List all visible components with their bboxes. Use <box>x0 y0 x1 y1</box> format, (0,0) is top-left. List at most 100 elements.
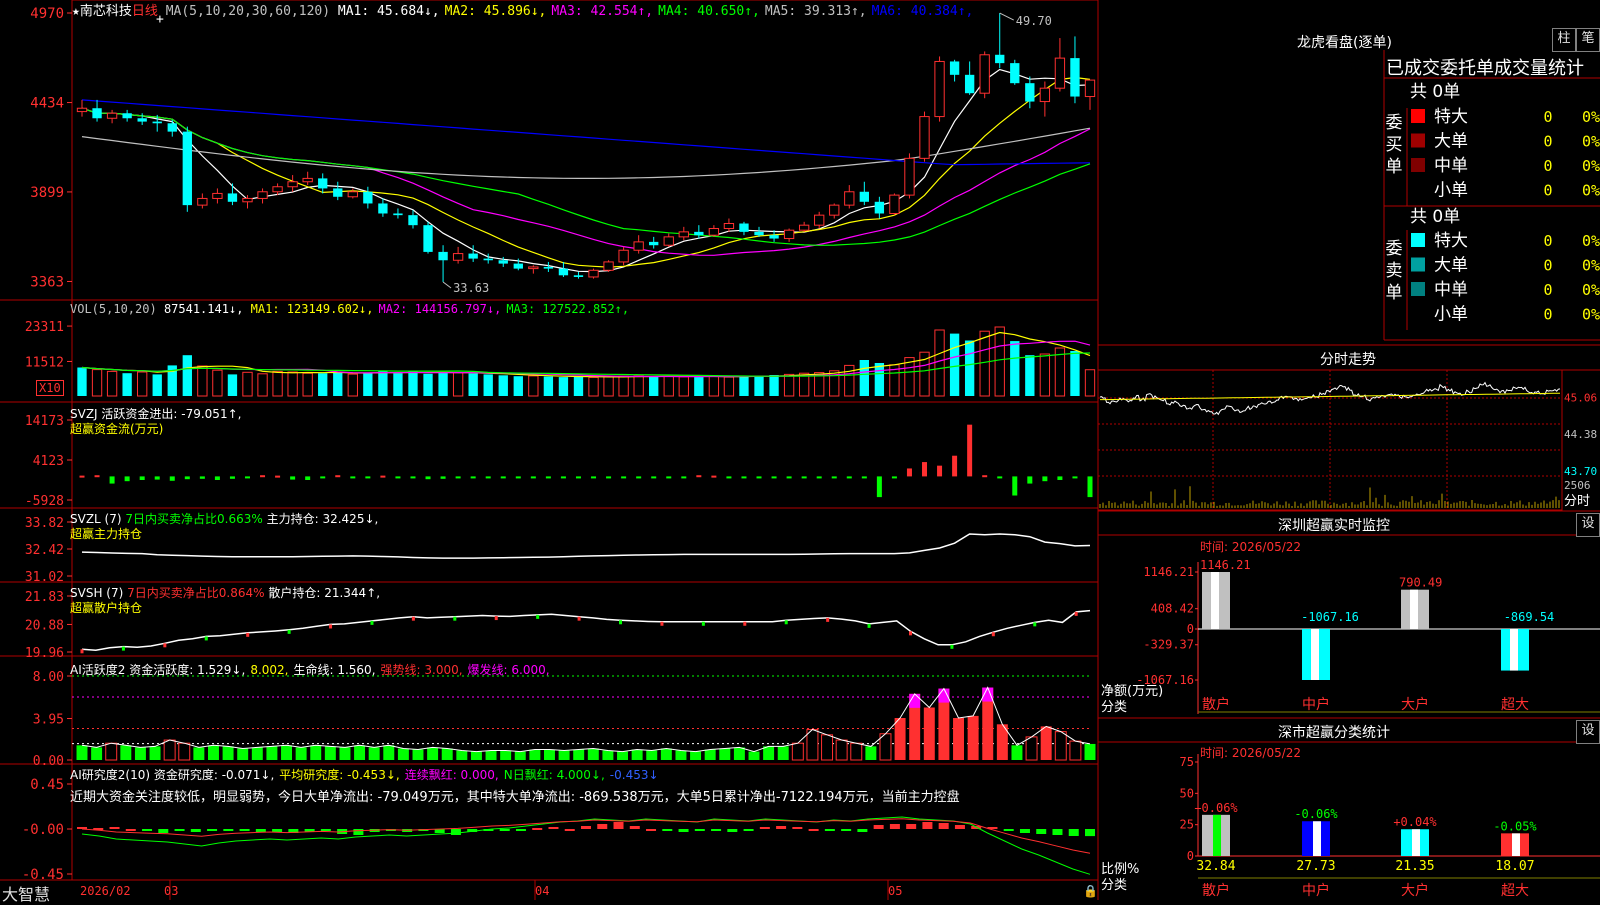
svzj-bar <box>666 476 672 479</box>
svzj-bar <box>109 476 115 484</box>
main-header: ★南芯科技日线 MA(5,10,20,30,60,120) MA1: 45.68… <box>72 0 978 19</box>
svzj-tick-label: 14173 <box>25 414 64 429</box>
candle-body-up <box>633 241 644 251</box>
ai-research-bar <box>1036 829 1047 834</box>
ai-active-bar <box>631 749 643 760</box>
fenshi-price-tick: 43.70 <box>1564 465 1597 478</box>
szcls-category-label: 超大 <box>1501 883 1529 899</box>
szcls-bar-highlight <box>1313 821 1321 856</box>
szmon-settings-button[interactable]: 设 <box>1576 513 1600 537</box>
ai-research-bar <box>873 825 884 829</box>
vol-bar-up <box>934 329 945 397</box>
szcls-title: 深市超赢分类统计 <box>1278 725 1390 741</box>
buy-vertical-label: 买 <box>1386 135 1403 155</box>
buy-row-count: 0 <box>1543 157 1552 175</box>
svsh-tick-bar <box>701 621 705 626</box>
svzj-bar <box>1012 476 1018 496</box>
szmon-bar-highlight <box>1510 629 1518 671</box>
buy-row-label: 小单 <box>1434 181 1468 201</box>
pen-view-button[interactable]: 笔 <box>1576 28 1600 52</box>
fenshi-price-tick: 45.06 <box>1564 391 1597 404</box>
ai-active-bar <box>222 746 234 760</box>
vol-bar-up <box>783 373 795 397</box>
ai-research-bar <box>1019 829 1030 833</box>
ai-research-header: AI研究度2(10) 资金研究度: -0.071↓, 平均研究度: -0.453↓… <box>70 766 664 783</box>
buy-row-label: 特大 <box>1434 107 1468 127</box>
candle-body-up <box>257 191 268 199</box>
ma-values: MA1: 45.684↓, MA2: 45.896↓, MA3: 42.554↑, M… <box>338 4 979 19</box>
szmon-value-label: -869.54 <box>1504 610 1555 624</box>
svsh-tick-label: 21.83 <box>25 590 64 605</box>
svzj-bar <box>560 476 566 479</box>
szcls-category-label: 散户 <box>1202 882 1230 899</box>
ai-research-bar <box>581 826 591 829</box>
szcls-delta-label: -0.06% <box>1294 807 1338 821</box>
szcls-category-label: 大户 <box>1401 882 1429 899</box>
vol-ma-ma1: MA1: 123149.602↓, <box>250 302 374 316</box>
ai-active-bar <box>1025 736 1038 761</box>
period-label[interactable]: 日线 <box>132 4 158 19</box>
vol-bar-down <box>378 371 388 396</box>
star-icon[interactable]: ★ <box>72 4 80 19</box>
candle-body-down <box>995 54 1005 64</box>
vol-bar-up <box>588 376 599 397</box>
ai-active-bar <box>558 750 570 760</box>
szcls-tick-label: 25 <box>1180 818 1194 832</box>
date-label-mar: 03 <box>164 884 179 898</box>
svzj-bar <box>861 476 867 479</box>
ai-active-bar <box>967 715 979 760</box>
column-view-button[interactable]: 柱 <box>1552 28 1576 52</box>
vol-unit: X10 <box>36 380 64 396</box>
ai-research-bar <box>1068 829 1079 836</box>
candle-body-down <box>859 191 869 202</box>
candle-body-down <box>649 241 659 246</box>
ai-research-bar <box>613 822 624 829</box>
szcls-tick-label: 0 <box>1187 849 1194 863</box>
buy-row-percent: 0% <box>1582 182 1600 200</box>
ai-active-bar <box>485 750 497 760</box>
svzj-bar <box>771 476 777 479</box>
svzj-bar <box>831 476 837 479</box>
sell-row-swatch <box>1411 257 1425 272</box>
vol-bar-up <box>91 369 103 397</box>
ai-active-bar <box>850 742 863 761</box>
svzj-bar <box>636 476 642 479</box>
ai-research-bar <box>515 829 526 831</box>
candle-body-down <box>573 275 584 277</box>
svzj-bar <box>891 476 897 479</box>
buy-row-percent: 0% <box>1582 157 1600 175</box>
svzj-bar <box>575 476 581 479</box>
vol-bar-up <box>212 369 223 397</box>
sell-row-count: 0 <box>1543 232 1552 250</box>
szcls-time: 时间: 2026/05/22 <box>1200 746 1302 760</box>
vol-bar-up <box>723 376 735 397</box>
ai-active-item-2: 生命线: 1.560, <box>293 663 376 677</box>
ai-active-bar <box>529 749 541 760</box>
order-stats-tabs[interactable]: 已成交委托单成交量统计 <box>1386 54 1600 80</box>
svzj-bar <box>184 476 190 480</box>
candle-body-up <box>798 224 810 231</box>
ai-research-bar <box>320 829 331 831</box>
ai-active-bar <box>441 748 453 760</box>
candle-body-down <box>122 113 132 119</box>
buy-row-label: 大单 <box>1434 132 1468 152</box>
vol-bar-up <box>979 330 990 397</box>
candle-body-down <box>92 108 102 119</box>
svzj-bar <box>530 476 536 479</box>
ai-active-bar <box>777 746 789 760</box>
szcls-settings-button[interactable]: 设 <box>1576 720 1600 744</box>
svzj-line2: 超赢资金流(万元) <box>70 422 164 436</box>
buy-row-percent: 0% <box>1582 133 1600 151</box>
ai-active-bar <box>295 747 307 760</box>
svsh-tick-bar <box>246 632 250 637</box>
vol-bar-down <box>859 360 869 396</box>
svzj-bar <box>952 455 958 477</box>
ai-research-bar <box>694 829 705 831</box>
ai-active-bar <box>894 718 906 760</box>
sell-total: 共 0单 <box>1410 207 1460 227</box>
ai-research-bar <box>808 829 819 831</box>
svsh-tick-bar <box>1074 611 1078 616</box>
svsh-tick-bar <box>577 616 581 621</box>
lock-icon[interactable]: 🔒 <box>1083 884 1098 898</box>
plus-icon[interactable]: + <box>156 12 164 27</box>
